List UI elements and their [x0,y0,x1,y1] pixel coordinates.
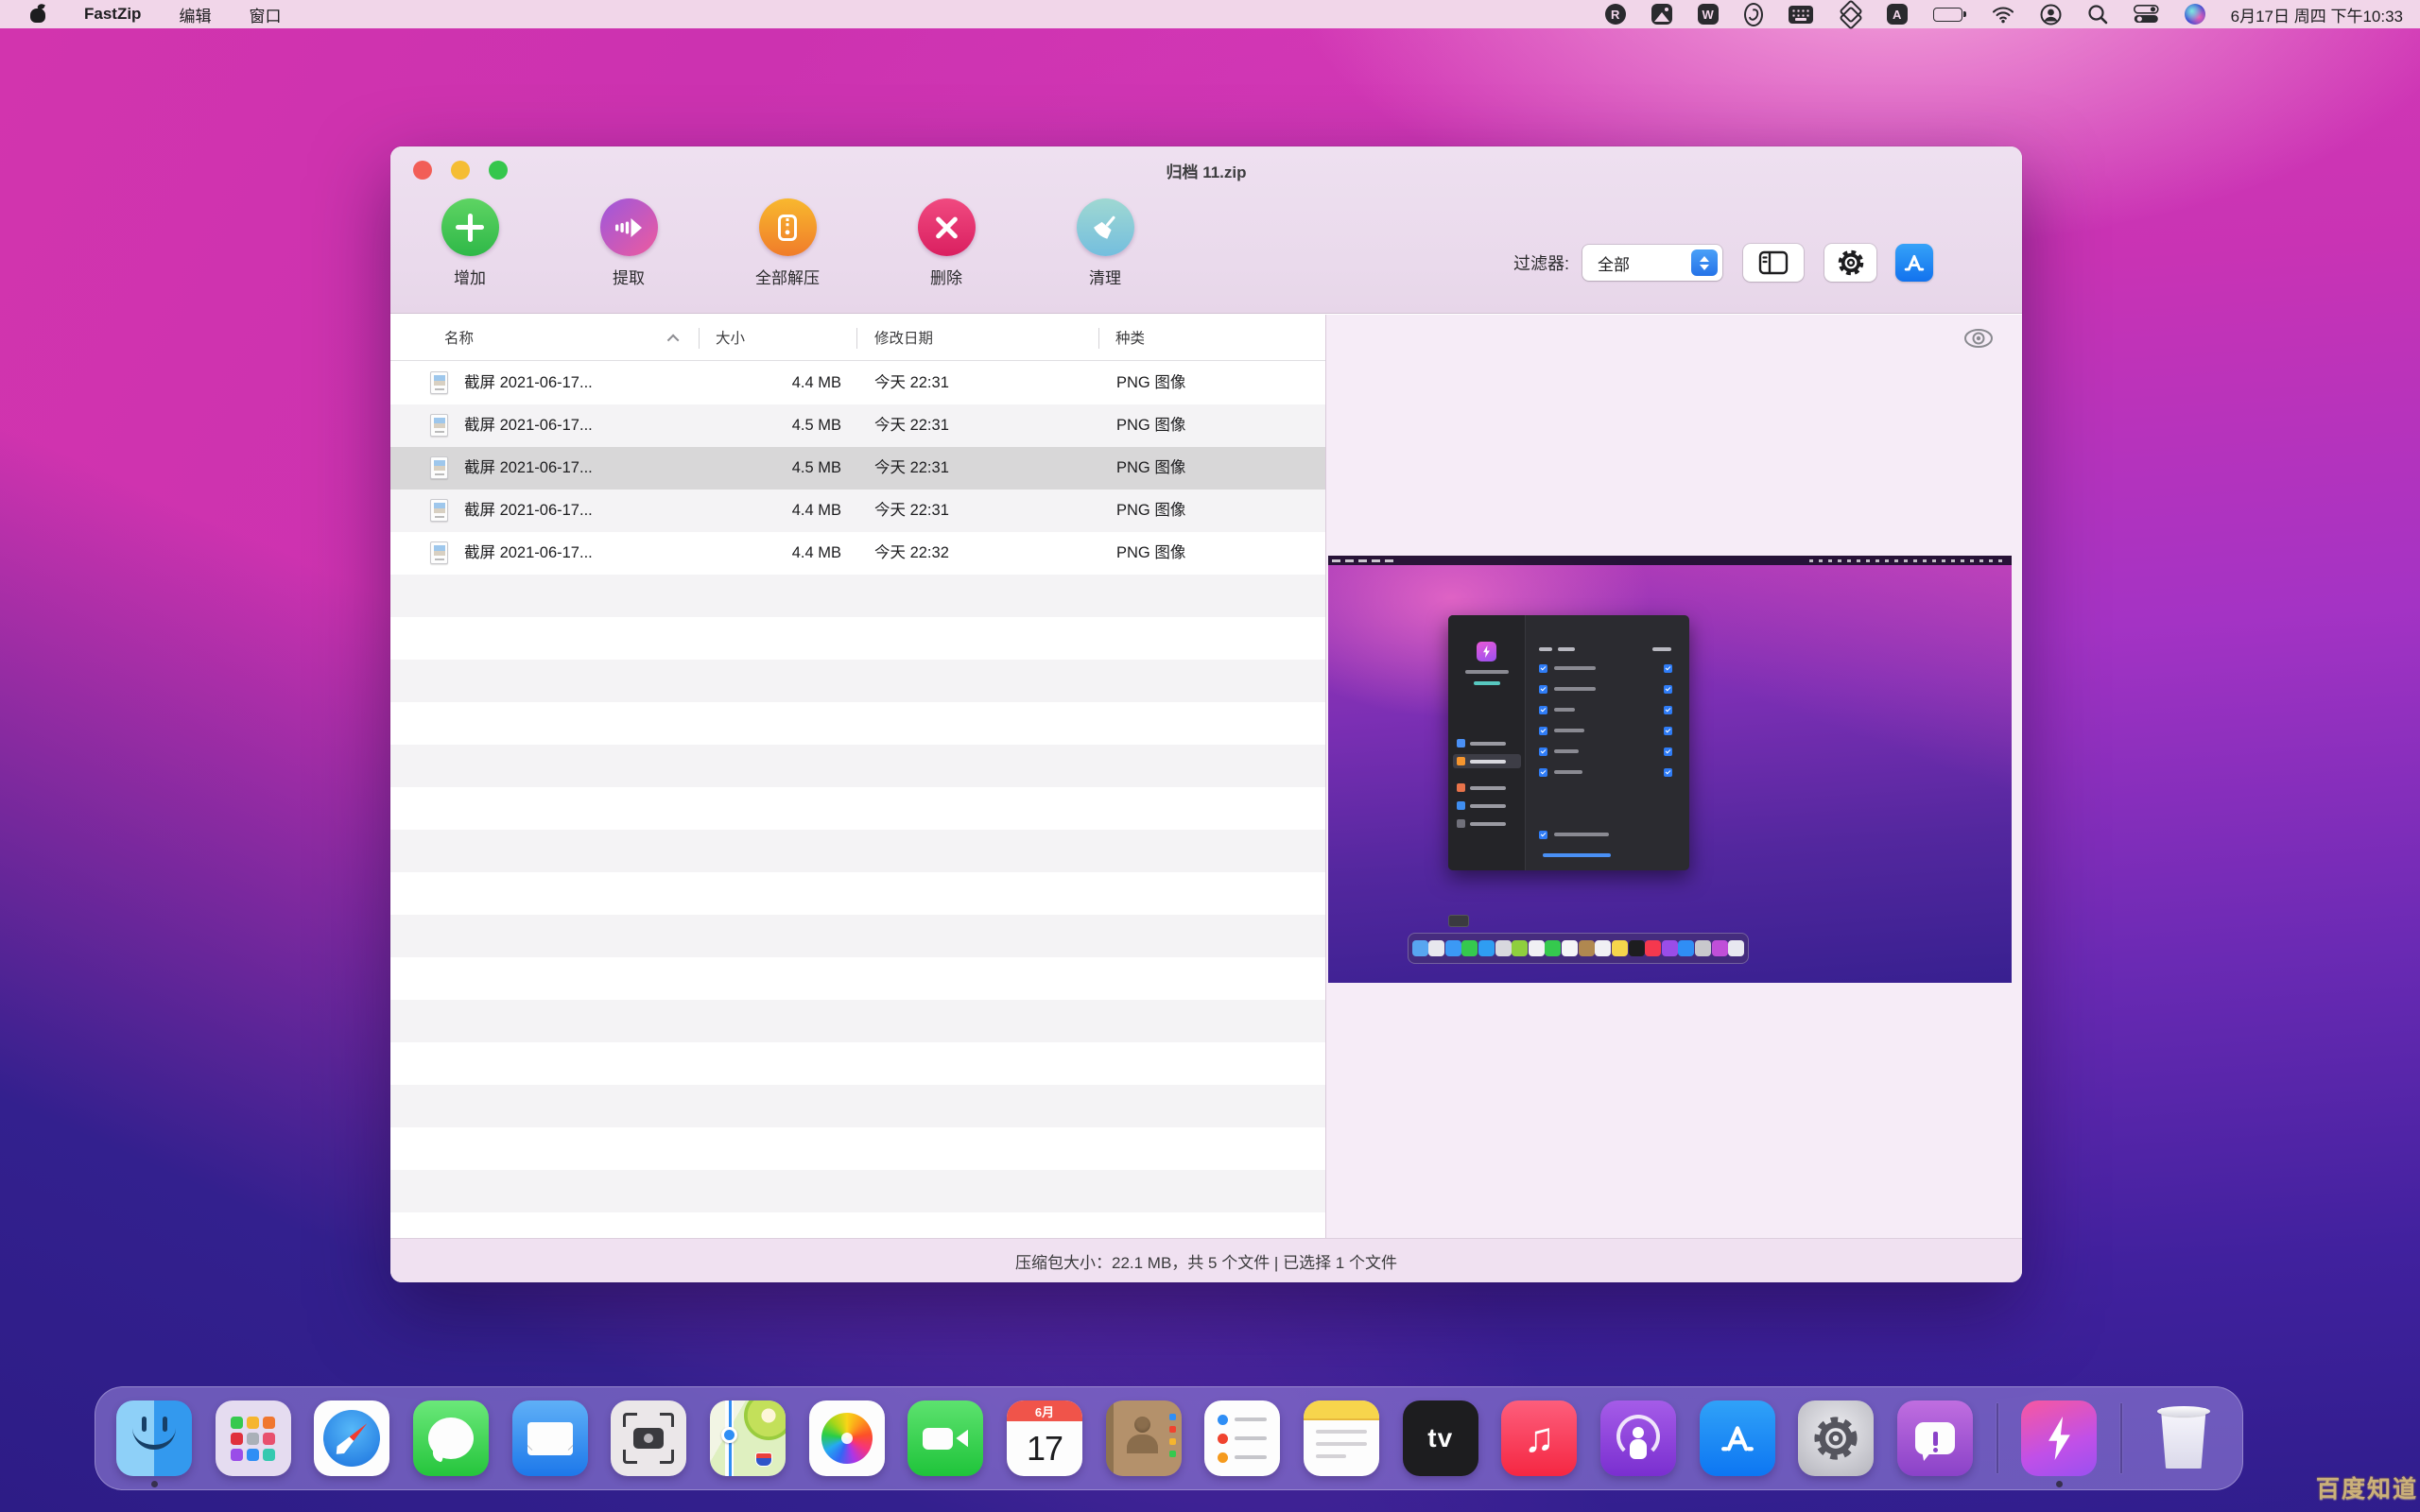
add-button[interactable]: 增加 [390,198,549,288]
siri-icon[interactable] [2184,4,2205,25]
window-content: 名称 大小 修改日期 种类 截屏 2021-06-17... 4.4 MB 今天… [390,315,2022,1238]
header-name[interactable]: 名称 [444,315,474,360]
toolbar: 增加 提取 全部解压 删除 清理 [390,198,1184,288]
appstore-a-icon [1904,254,1925,271]
shell-app-icon[interactable] [1743,2,1763,26]
sidebar-toggle-button[interactable] [1743,244,1804,282]
table-header: 名称 大小 修改日期 种类 [390,315,1325,361]
broom-icon [1076,198,1134,256]
menu-window[interactable]: 窗口 [249,3,281,26]
dock-mail-icon[interactable] [511,1400,588,1476]
calendar-day: 17 [1027,1429,1063,1468]
apple-menu-icon[interactable] [30,5,46,24]
png-file-icon [430,541,448,564]
dock-podcasts-icon[interactable] [1600,1400,1677,1476]
extract-all-button[interactable]: 全部解压 [708,198,867,288]
dock-contacts-icon[interactable] [1105,1400,1182,1476]
dock-screenshot-icon[interactable] [611,1400,687,1476]
window-header: 归档 11.zip 增加 提取 全部解压 删除 清理 过滤器: 全部 [390,146,2022,314]
dock-feedback-icon[interactable] [1897,1400,1974,1476]
sort-ascending-icon [666,334,680,347]
input-method-a-icon[interactable]: A [1886,4,1908,25]
search-icon[interactable] [2087,3,2108,26]
table-row[interactable]: 截屏 2021-06-17... 4.4 MB 今天 22:31 PNG 图像 [390,490,1325,532]
menu-edit[interactable]: 编辑 [179,3,211,26]
menu-bar: FastZip 编辑 窗口 R W A 6月17日 周四 下午10:33 [0,0,2420,28]
arrow-right-icon [599,198,658,256]
clean-button[interactable]: 清理 [1026,198,1184,288]
stepper-icon [1691,249,1718,276]
png-file-icon [430,371,448,394]
x-icon [917,198,976,256]
battery-icon[interactable] [1932,3,1966,26]
running-indicator [151,1481,158,1487]
file-list: 名称 大小 修改日期 种类 截屏 2021-06-17... 4.4 MB 今天… [390,315,1325,1238]
dock-reminders-icon[interactable] [1204,1400,1281,1476]
watermark: 百度知道 [2315,1476,2418,1503]
dock-facetime-icon[interactable] [908,1400,984,1476]
png-file-icon [430,456,448,479]
gear-icon [1838,249,1863,276]
screenshot-app-icon[interactable] [1651,3,1672,26]
dock-launchpad-icon[interactable] [215,1400,291,1476]
dock-notes-icon[interactable] [1304,1400,1380,1476]
dock-messages-icon[interactable] [413,1400,490,1476]
user-icon[interactable] [2040,3,2062,26]
table-row[interactable]: 截屏 2021-06-17... 4.4 MB 今天 22:31 PNG 图像 [390,362,1325,404]
sidebar-panel-icon [1758,250,1789,275]
png-file-icon [430,499,448,522]
preview-pane [1325,315,2022,1238]
filter-value: 全部 [1598,255,1630,274]
w-app-icon[interactable]: W [1697,4,1719,25]
appstore-button[interactable] [1895,244,1933,282]
dock-separator [2120,1403,2123,1473]
desktop: FastZip 编辑 窗口 R W A 6月17日 周四 下午10:33 归档 … [0,0,2420,1512]
filter-select[interactable]: 全部 [1582,245,1722,281]
dock-separator [1996,1403,1998,1473]
archive-box-icon [758,198,817,256]
dock-music-icon[interactable]: ♫ [1501,1400,1578,1476]
window-title: 归档 11.zip [1166,163,1247,181]
header-date[interactable]: 修改日期 [874,315,933,360]
extract-button[interactable]: 提取 [549,198,708,288]
status-bar: 压缩包大小：22.1 MB，共 5 个文件 | 已选择 1 个文件 [390,1238,2022,1282]
filter-label: 过滤器: [1512,254,1569,273]
header-kind[interactable]: 种类 [1115,315,1145,360]
dock-appstore-icon[interactable] [1699,1400,1775,1476]
r-badge-icon[interactable]: R [1604,4,1626,25]
table-body: 截屏 2021-06-17... 4.4 MB 今天 22:31 PNG 图像 … [390,362,1325,1238]
control-center-icon[interactable] [2133,3,2159,26]
fastzip-window: 归档 11.zip 增加 提取 全部解压 删除 清理 过滤器: 全部 名称 大小… [390,146,2022,1282]
table-row-selected[interactable]: 截屏 2021-06-17... 4.5 MB 今天 22:31 PNG 图像 [390,447,1325,490]
preview-image [1328,556,2012,983]
dock-trash-icon[interactable] [2146,1400,2221,1476]
dock-appletv-icon[interactable]: tv [1402,1400,1478,1476]
dock-photos-icon[interactable] [808,1400,885,1476]
calendar-month: 6月 [1007,1400,1083,1421]
settings-button[interactable] [1824,244,1876,282]
keyboard-icon[interactable] [1788,3,1813,26]
plus-icon [441,198,499,256]
table-row[interactable]: 截屏 2021-06-17... 4.5 MB 今天 22:31 PNG 图像 [390,404,1325,447]
status-text: 压缩包大小：22.1 MB，共 5 个文件 | 已选择 1 个文件 [1015,1253,1397,1272]
wifi-icon[interactable] [1992,3,2014,26]
dock-finder-icon[interactable] [116,1400,192,1487]
running-indicator [2056,1481,2064,1487]
header-size[interactable]: 大小 [716,315,745,360]
dock-maps-icon[interactable] [710,1400,786,1476]
menu-app-name[interactable]: FastZip [84,5,141,24]
quicklook-eye-icon[interactable] [1962,326,1996,351]
layers-icon[interactable] [1839,3,1861,26]
filter-group: 过滤器: 全部 [1513,244,1933,282]
delete-button[interactable]: 删除 [867,198,1026,288]
dock: 6月 17 tv ♫ [95,1386,2243,1490]
dock-fastzip-icon[interactable] [2021,1400,2098,1487]
dock-calendar-icon[interactable]: 6月 17 [1007,1400,1083,1476]
menu-clock[interactable]: 6月17日 周四 下午10:33 [2231,3,2403,26]
png-file-icon [430,414,448,437]
dock-system-preferences-icon[interactable] [1798,1400,1875,1476]
table-row[interactable]: 截屏 2021-06-17... 4.4 MB 今天 22:32 PNG 图像 [390,532,1325,575]
dock-safari-icon[interactable] [314,1400,390,1476]
